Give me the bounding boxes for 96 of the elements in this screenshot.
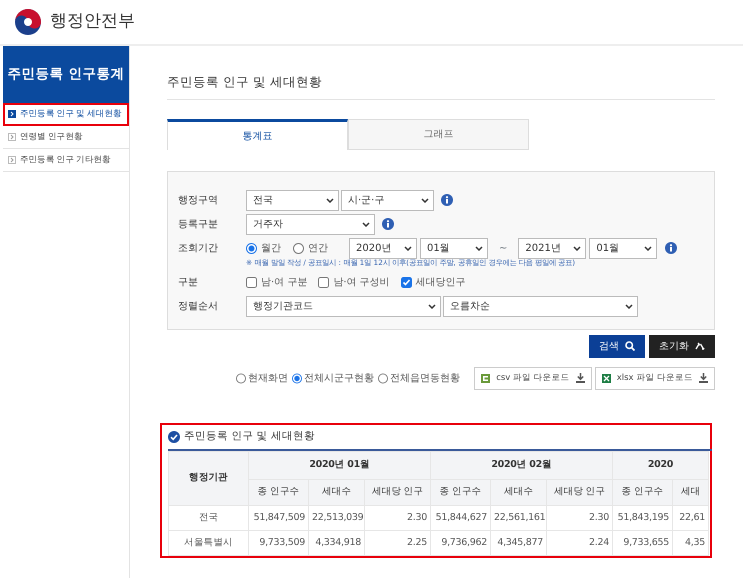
caret-icon xyxy=(625,304,633,310)
section-title: 주민등록 인구 및 세대현황 xyxy=(184,428,316,444)
table-cell: 4,345,877 xyxy=(490,530,546,556)
caret-icon xyxy=(404,246,412,250)
select-field[interactable]: 거주자 xyxy=(246,214,375,234)
option-label: 남·여 구성비 xyxy=(333,276,390,290)
checkbox-icon[interactable] xyxy=(318,277,330,288)
download-icon xyxy=(576,373,585,384)
select-field[interactable]: 2021년 xyxy=(518,238,586,258)
filter-label: 정렬순서 xyxy=(178,300,219,314)
sidebar-title: 주민등록 인구통계 xyxy=(3,46,129,103)
reset-button[interactable]: 초기화 xyxy=(649,334,715,358)
option-label: 남·여 구분 xyxy=(261,276,308,290)
table-cell: 2.30 xyxy=(364,505,430,530)
check-circle-icon xyxy=(168,430,180,443)
caret-icon xyxy=(644,246,652,250)
table-cell: 22,61 xyxy=(672,505,708,530)
select-field[interactable]: 오름차순 xyxy=(443,296,638,318)
checkbox-icon[interactable] xyxy=(400,277,412,288)
column-header: 행정기관 xyxy=(168,451,248,506)
option-label: 전체읍면동현황 xyxy=(390,372,460,386)
select-field[interactable]: 시·군·구 xyxy=(341,190,434,210)
column-header: 종 인구수 xyxy=(430,479,490,506)
tab[interactable]: 통계표 xyxy=(167,119,348,150)
table-cell: 2.25 xyxy=(364,530,430,556)
filter-label: 조회기간 xyxy=(178,242,219,256)
table-cell: 4,334,918 xyxy=(308,530,364,556)
filter-label: 등록구분 xyxy=(178,218,219,232)
download-icon xyxy=(699,373,708,384)
search-button[interactable]: 검색 xyxy=(589,334,645,358)
table-cell: 22,513,039 xyxy=(308,505,364,530)
chevron-icon xyxy=(8,133,16,141)
table-cell: 51,847,509 xyxy=(248,505,308,530)
info-icon xyxy=(441,194,453,206)
caret-icon xyxy=(421,198,429,202)
filter-label: 구분 xyxy=(178,276,199,290)
chevron-icon xyxy=(8,156,16,164)
option-label: 월간 xyxy=(261,242,281,256)
caret-icon xyxy=(428,304,436,310)
caret-icon xyxy=(475,246,483,250)
column-header: 세대당 인구 xyxy=(364,479,430,506)
column-header: 세대당 인구 xyxy=(546,479,612,506)
sidebar-item[interactable]: 연령별 인구현황 xyxy=(3,126,129,149)
option-label: 연간 xyxy=(308,242,328,256)
table-cell: 4,35 xyxy=(672,530,708,556)
column-header: 세대수 xyxy=(308,479,364,506)
info-icon xyxy=(665,242,678,254)
table-cell: 2.30 xyxy=(546,505,612,530)
csv-file-icon xyxy=(481,374,490,383)
table-cell: 전국 xyxy=(168,505,248,530)
option-label: 현재화면 xyxy=(248,372,288,386)
logo-icon xyxy=(14,8,42,36)
sidebar-item[interactable]: 주민등록 인구 기타현황 xyxy=(3,149,129,172)
select-field[interactable]: 01월 xyxy=(420,238,488,258)
option-label: 전체시군구현황 xyxy=(304,372,374,386)
caret-icon xyxy=(326,198,334,202)
checkbox-icon[interactable] xyxy=(246,277,257,288)
radio-icon[interactable] xyxy=(292,372,302,384)
caret-icon xyxy=(362,222,370,226)
radio-icon[interactable] xyxy=(246,242,257,254)
table-cell: 9,736,962 xyxy=(430,530,490,556)
page-title: 주민등록 인구 및 세대현황 xyxy=(167,46,715,100)
table-cell: 서울특별시 xyxy=(168,530,248,556)
column-group-header: 2020 xyxy=(612,451,708,480)
option-label: 세대당인구 xyxy=(416,276,466,290)
spreadsheet-file-icon xyxy=(602,374,611,383)
table-cell: 2.24 xyxy=(546,530,612,556)
column-group-header: 2020년 01월 xyxy=(248,451,430,480)
logo-text: 행정안전부 xyxy=(50,10,135,34)
sidebar-item[interactable]: 주민등록 인구 및 세대현황 xyxy=(3,103,129,126)
column-header: 세대수 xyxy=(490,479,546,506)
download-button[interactable]: xlsx 파일 다운로드 xyxy=(594,366,715,390)
radio-icon[interactable] xyxy=(236,372,246,384)
select-field[interactable]: 행정기관코드 xyxy=(246,296,441,318)
table-cell: 9,733,509 xyxy=(248,530,308,556)
tab[interactable]: 그래프 xyxy=(348,119,529,150)
select-field[interactable]: 01월 xyxy=(589,238,658,258)
table-cell: 22,561,161 xyxy=(490,505,546,530)
radio-icon[interactable] xyxy=(293,242,304,254)
column-header: 세대 xyxy=(672,479,708,506)
table-cell: 51,844,627 xyxy=(430,505,490,530)
select-field[interactable]: 2020년 xyxy=(349,238,417,258)
info-icon xyxy=(382,218,394,230)
column-group-header: 2020년 02월 xyxy=(430,451,612,480)
search-icon xyxy=(625,341,635,352)
range-separator: ~ xyxy=(498,242,508,256)
column-header: 종 인구수 xyxy=(248,479,308,506)
radio-icon[interactable] xyxy=(378,372,388,384)
chevron-icon xyxy=(8,110,16,118)
table-cell: 9,733,655 xyxy=(612,530,672,556)
column-header: 종 인구수 xyxy=(612,479,672,506)
select-field[interactable]: 전국 xyxy=(246,190,339,210)
download-button[interactable]: csv 파일 다운로드 xyxy=(474,366,592,390)
table-cell: 51,843,195 xyxy=(612,505,672,530)
filter-label: 행정구역 xyxy=(178,194,219,208)
caret-icon xyxy=(573,246,582,250)
